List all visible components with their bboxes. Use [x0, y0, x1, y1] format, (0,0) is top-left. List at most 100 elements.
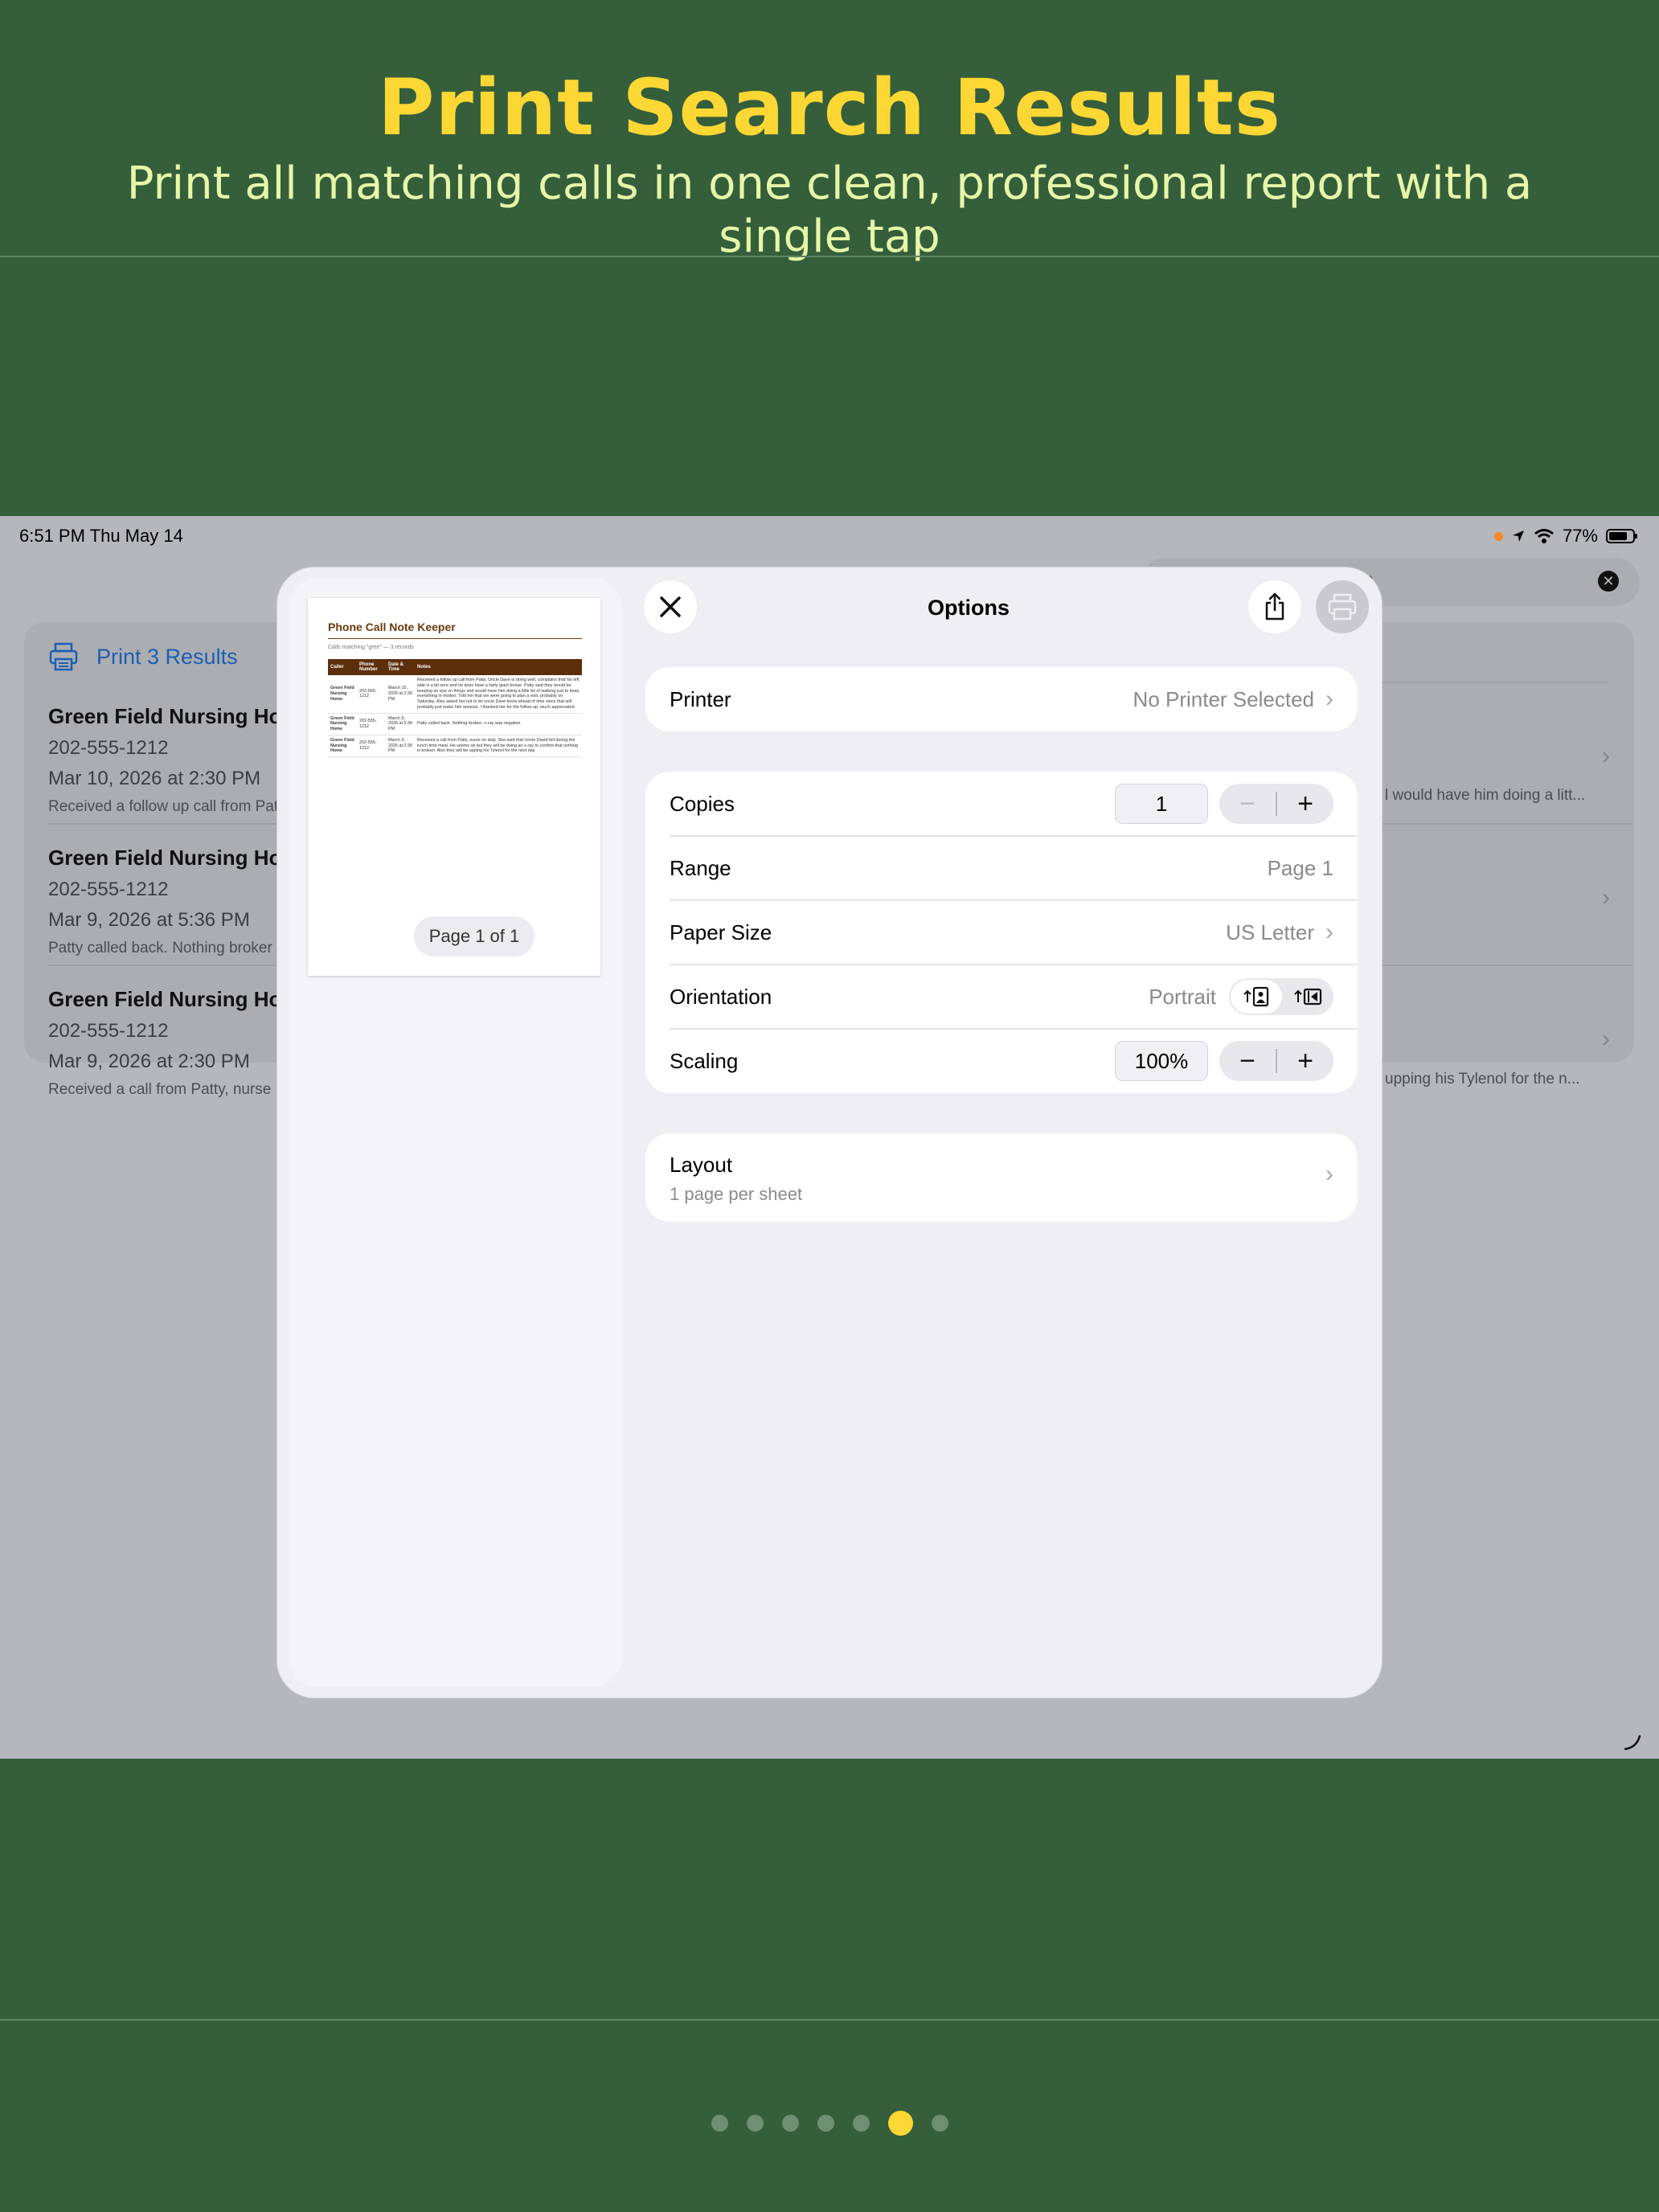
- page-dot[interactable]: [931, 2115, 948, 2132]
- page-dot[interactable]: [817, 2115, 834, 2132]
- copies-stepper[interactable]: − +: [1219, 784, 1333, 824]
- divider: [0, 2019, 1659, 2021]
- page-dot[interactable]: [852, 2115, 870, 2132]
- printer-value: No Printer Selected: [1133, 686, 1314, 711]
- options-card: Copies 1 − + Range Page 1 Paper Size US …: [645, 772, 1358, 1093]
- doc-table: Caller Phone Number Date & Time Notes Gr…: [328, 659, 582, 758]
- range-label: Range: [670, 855, 731, 880]
- page-indicator: [0, 2111, 1659, 2136]
- cell-phone: 202-555-1212: [357, 713, 386, 735]
- share-icon: [1265, 592, 1284, 621]
- col-header: Phone Number: [357, 659, 386, 675]
- cell-notes: Received a follow up call from Patty. Un…: [415, 675, 582, 714]
- cell-caller: Green Field Nursing Home: [328, 675, 357, 714]
- promo-title: Print Search Results: [378, 63, 1281, 153]
- location-icon: [1512, 530, 1524, 542]
- table-row: Green Field Nursing Home 202-555-1212 Ma…: [328, 713, 582, 735]
- doc-title: Phone Call Note Keeper: [328, 621, 456, 633]
- scaling-stepper[interactable]: − +: [1219, 1041, 1333, 1081]
- orientation-label: Orientation: [670, 984, 772, 1009]
- cell-caller: Green Field Nursing Home: [328, 713, 357, 735]
- layout-row[interactable]: Layout 1 page per sheet ›: [645, 1133, 1358, 1222]
- plus-icon[interactable]: +: [1277, 784, 1333, 824]
- paper-size-value: US Letter: [1226, 920, 1314, 944]
- print-results-button[interactable]: Print 3 Results: [48, 641, 238, 672]
- cell-notes: Received a call from Patty, nurse on dut…: [415, 735, 582, 758]
- printer-icon: [1328, 593, 1357, 621]
- battery-level: [1609, 532, 1627, 540]
- share-button[interactable]: [1248, 580, 1301, 633]
- layout-text: Layout 1 page per sheet: [670, 1153, 802, 1205]
- battery-percent: 77%: [1562, 526, 1598, 546]
- paper-size-row[interactable]: Paper Size US Letter ›: [670, 900, 1333, 965]
- clear-search-icon[interactable]: ✕: [1598, 571, 1619, 592]
- page-dot[interactable]: [711, 2115, 728, 2132]
- promo-subtitle: Print all matching calls in one clean, p…: [126, 158, 1533, 263]
- layout-label: Layout: [670, 1153, 733, 1177]
- orientation-value: Portrait: [1149, 984, 1216, 1009]
- col-header: Date & Time: [386, 659, 415, 675]
- doc-subtitle: Calls matching "gree" — 3 records: [328, 645, 414, 650]
- copies-label: Copies: [670, 791, 735, 816]
- close-icon: [660, 596, 681, 617]
- divider: [1382, 682, 1608, 683]
- paper-size-label: Paper Size: [670, 920, 772, 944]
- page-count-pill: Page 1 of 1: [414, 916, 535, 956]
- status-bar: 6:51 PM Thu May 14 77%: [0, 516, 1659, 556]
- cell-date: March 10, 2026 at 2:30 PM: [386, 675, 415, 714]
- range-row[interactable]: Range Page 1: [670, 836, 1333, 900]
- battery-icon: [1606, 529, 1637, 543]
- scaling-row: Scaling 100% − +: [670, 1029, 1333, 1093]
- cell-date: March 9, 2026 at 5:36 PM: [386, 713, 415, 735]
- close-button[interactable]: [644, 580, 697, 633]
- layout-value: 1 page per sheet: [670, 1184, 803, 1204]
- print-preview-page[interactable]: Phone Call Note Keeper Calls matching "g…: [308, 598, 600, 976]
- print-button[interactable]: [1316, 580, 1369, 633]
- doc-rule: [328, 638, 582, 639]
- cell-caller: Green Field Nursing Home: [328, 735, 357, 758]
- orientation-segmented-control[interactable]: [1229, 978, 1333, 1015]
- printer-label: Printer: [670, 686, 731, 711]
- print-results-label: Print 3 Results: [96, 644, 238, 669]
- portrait-option[interactable]: [1231, 980, 1282, 1014]
- cell-date: March 9, 2026 at 2:30 PM: [386, 735, 415, 758]
- item-note-tail: upping his Tylenol for the n...: [1385, 1071, 1580, 1088]
- table-row: Green Field Nursing Home 202-555-1212 Ma…: [328, 675, 582, 714]
- col-header: Notes: [415, 659, 582, 675]
- resize-handle-icon[interactable]: [1622, 1731, 1643, 1752]
- copies-row: Copies 1 − +: [670, 772, 1333, 836]
- landscape-icon: [1294, 988, 1322, 1006]
- print-options-dialog: Phone Call Note Keeper Calls matching "g…: [277, 567, 1382, 1698]
- chevron-right-icon: ›: [1325, 919, 1333, 945]
- page-dot[interactable]: [746, 2115, 764, 2132]
- minus-icon[interactable]: −: [1219, 1041, 1276, 1081]
- table-row: Green Field Nursing Home 202-555-1212 Ma…: [328, 735, 582, 758]
- portrait-icon: [1243, 986, 1269, 1007]
- scaling-label: Scaling: [670, 1048, 739, 1073]
- printer-icon: [49, 642, 78, 671]
- printer-row[interactable]: Printer No Printer Selected ›: [645, 667, 1358, 731]
- page-dot-active[interactable]: [887, 2111, 913, 2136]
- mic-indicator-icon: [1493, 531, 1503, 541]
- item-note-tail: l would have him doing a litt...: [1385, 787, 1586, 804]
- chevron-right-icon: ›: [1602, 1026, 1610, 1052]
- status-time: 6:51 PM Thu May 14: [19, 526, 183, 546]
- copies-field[interactable]: 1: [1115, 784, 1208, 824]
- plus-icon[interactable]: +: [1277, 1041, 1333, 1081]
- scaling-field[interactable]: 100%: [1115, 1041, 1208, 1081]
- page-dot[interactable]: [781, 2115, 799, 2132]
- device-screenshot: 6:51 PM Thu May 14 77% ee ✕: [0, 516, 1659, 1759]
- col-header: Caller: [328, 659, 357, 675]
- chevron-right-icon: ›: [1325, 1161, 1333, 1187]
- printer-row-content: Printer No Printer Selected ›: [670, 667, 1333, 731]
- chevron-right-icon: ›: [1602, 884, 1610, 911]
- wifi-icon: [1534, 529, 1554, 543]
- chevron-right-icon: ›: [1325, 686, 1333, 712]
- range-value: Page 1: [1267, 855, 1333, 880]
- landscape-option[interactable]: [1282, 980, 1333, 1014]
- divider: [0, 256, 1659, 257]
- status-indicators: 77%: [1493, 526, 1637, 547]
- minus-icon[interactable]: −: [1219, 784, 1276, 824]
- print-preview-pane: Phone Call Note Keeper Calls matching "g…: [289, 579, 621, 1686]
- orientation-row: Orientation Portrait: [670, 965, 1333, 1029]
